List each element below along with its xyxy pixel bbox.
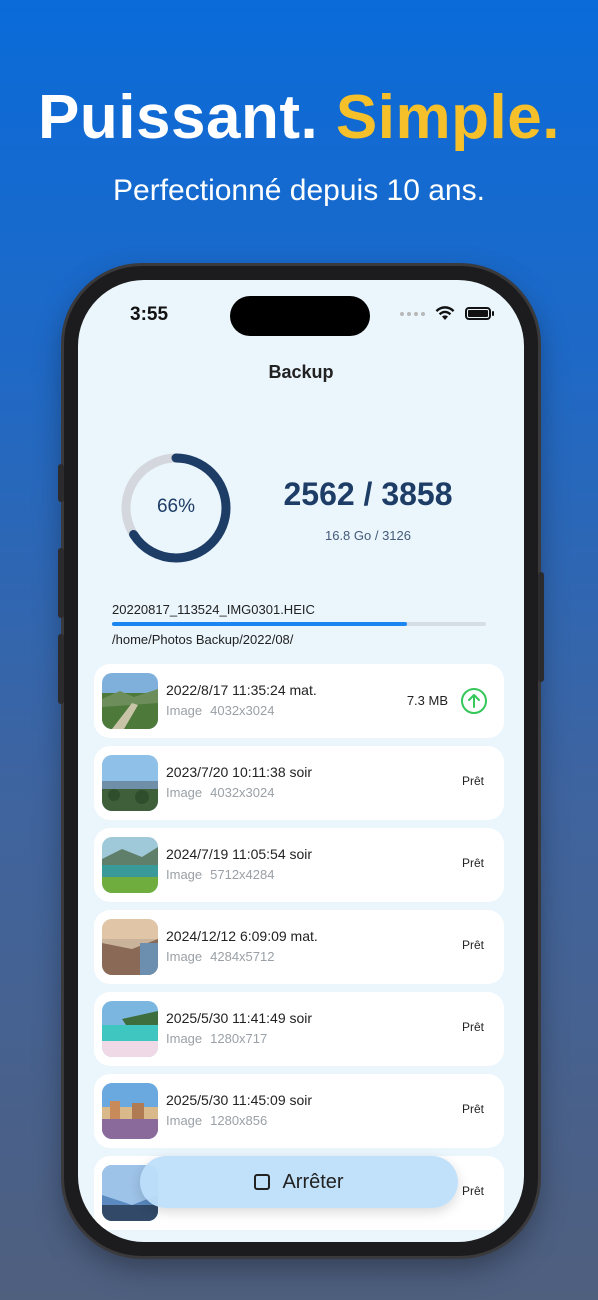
item-meta: Image 1280x856 [166,1113,268,1128]
photo-thumbnail [102,755,158,811]
item-date: 2025/5/30 11:41:49 soir [166,1010,313,1026]
item-status: Prêt [461,1102,484,1116]
stop-square-icon [254,1174,271,1190]
battery-icon [465,307,491,320]
photo-thumbnail [102,673,158,729]
photo-thumbnail [102,919,158,975]
phone-frame: 3:55 Backup 66% 2562 / 3858 16.8 Go / 31… [58,266,544,1256]
item-status: Prêt [461,774,484,788]
photo-thumbnail [102,1001,158,1057]
status-icons [400,306,494,321]
item-meta: Image 4032x3024 [166,785,275,800]
item-meta: Image 4032x3024 [166,703,275,718]
item-status: Prêt [461,1020,484,1034]
list-item[interactable]: 2022/8/17 11:35:24 mat. Image 4032x3024 7… [94,664,504,738]
backup-count: 2562 / 3858 [283,476,453,512]
list-item[interactable]: 2025/5/30 11:45:09 soir Image 1280x856 Pr… [94,1074,504,1148]
item-status: Prêt [461,856,484,870]
headline-powerful: Puissant. [38,83,319,152]
item-size: 7.3 MB [406,693,448,708]
wifi-icon [435,306,455,320]
photo-thumbnail [102,1083,158,1139]
stop-button[interactable]: Arrêter [140,1156,458,1208]
item-date: 2025/5/30 11:45:09 soir [166,1092,313,1108]
dynamic-island [230,296,370,336]
phone-volume-up-button [58,548,64,618]
item-date: 2024/7/19 11:05:54 soir [166,846,313,862]
list-item[interactable]: 2025/5/30 11:41:49 soir Image 1280x717 Pr… [94,992,504,1066]
signal-dots-icon [400,311,425,316]
item-meta: Image 1280x717 [166,1031,268,1046]
current-path: /home/Photos Backup/2022/08/ [112,632,294,647]
promo-subheadline: Perfectionné depuis 10 ans. [113,174,485,207]
list-item[interactable]: 2023/7/20 10:11:38 soir Image 4032x3024 P… [94,746,504,820]
status-time: 3:55 [130,304,169,325]
promo-headline: Puissant. Simple. [0,82,598,153]
item-status: Prêt [461,1184,484,1198]
stop-button-label: Arrêter [282,1170,344,1193]
list-item[interactable]: 2024/7/19 11:05:54 soir Image 5712x4284 P… [94,828,504,902]
backup-size-info: 16.8 Go / 3126 [324,528,411,543]
headline-simple: Simple. [335,83,560,152]
item-status: Prêt [461,938,484,952]
phone-action-button [58,464,64,502]
backup-list: 2022/8/17 11:35:24 mat. Image 4032x3024 7… [94,664,504,1238]
file-progress-fill [112,622,408,626]
upload-arrow-icon [461,688,487,714]
item-meta: Image 5712x4284 [166,867,275,882]
page-title: Backup [268,362,334,382]
item-meta: Image 4284x5712 [166,949,275,964]
item-date: 2022/8/17 11:35:24 mat. [166,682,317,698]
phone-power-button [538,572,544,682]
item-date: 2024/12/12 6:09:09 mat. [166,928,318,944]
current-filename: 20220817_113524_IMG0301.HEIC [112,602,315,617]
file-progress-bar [112,622,486,626]
app-screen: 3:55 Backup 66% 2562 / 3858 16.8 Go / 31… [78,280,524,1242]
progress-percent: 66% [156,496,196,517]
photo-thumbnail [102,837,158,893]
list-item[interactable]: 2024/12/12 6:09:09 mat. Image 4284x5712 P… [94,910,504,984]
phone-volume-down-button [58,634,64,704]
item-date: 2023/7/20 10:11:38 soir [166,764,313,780]
